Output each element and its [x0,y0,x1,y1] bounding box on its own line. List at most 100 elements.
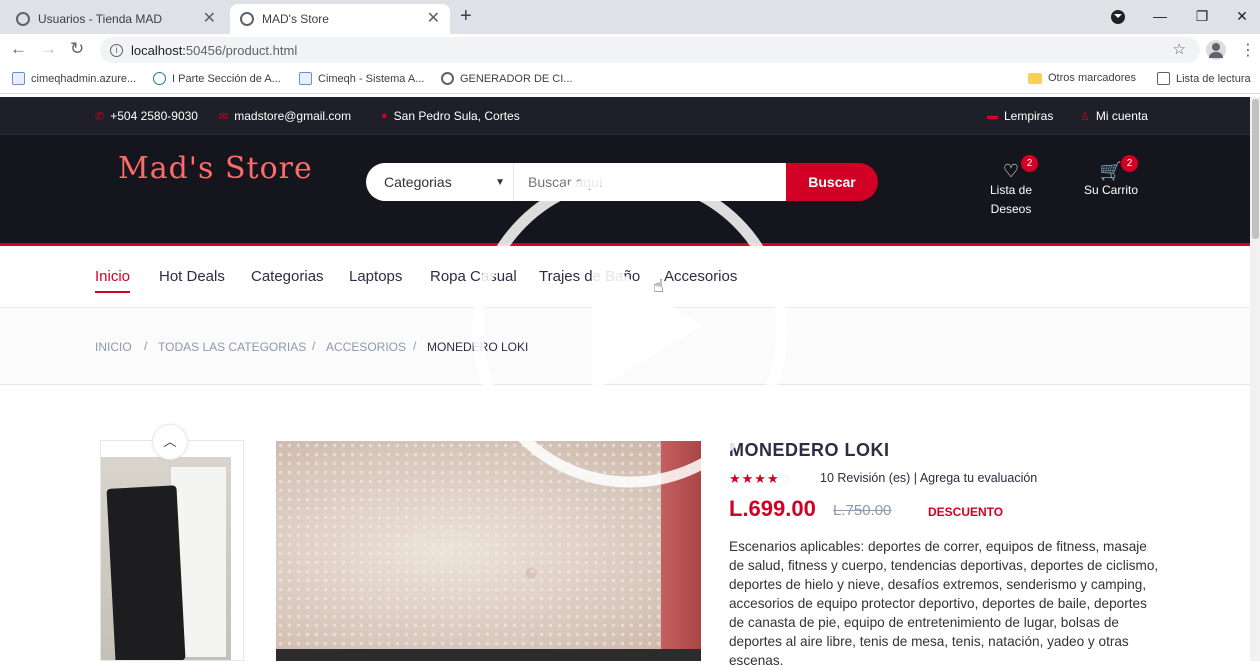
url-host: localhost: [131,42,186,58]
other-bookmarks-folder[interactable]: Otros marcadores [1028,72,1136,84]
product-name: MONEDERO LOKI [729,440,890,460]
breadcrumb-todas[interactable]: Todas las categorias [158,340,306,354]
cart-count-badge: 2 [1121,155,1138,172]
bookmark-item[interactable]: cimeqhadmin.azure... [12,72,136,85]
profile-icon[interactable] [1206,40,1226,60]
bookmark-label: Otros marcadores [1048,72,1137,84]
bookmark-label: GENERADOR DE CI... [460,72,573,85]
breadcrumb-separator: / [144,339,148,353]
map-marker-icon: ● [381,110,388,122]
forward-icon[interactable]: → [40,39,57,59]
browser-tab-bar: Usuarios - Tienda MAD ✕ MAD's Store ✕ + … [0,0,1260,34]
bookmark-label: Cimeqh - Sistema A... [318,72,425,85]
hand-cursor-icon: ☝ [653,276,664,296]
nav-trajes-de-bano[interactable]: Trajes de Baño [539,268,640,285]
browser-toolbar: ← → ↻ i localhost: 50456/product.html ☆ [0,34,1260,66]
search-button[interactable]: Buscar [786,163,878,201]
wishlist-count-badge: 2 [1021,155,1038,172]
nav-ropa-casual[interactable]: Ropa Casual [430,268,517,285]
user-icon: ♙ [1080,110,1090,123]
tab-title: MAD's Store [262,12,329,26]
phone-link[interactable]: ✆ +504 2580-9030 [95,109,198,123]
close-window-icon[interactable]: ✕ [1222,0,1260,32]
breadcrumb: Inicio / Todas las categorias / Accesori… [0,309,1250,385]
menu-kebab-icon[interactable]: ⋮ [1240,40,1256,60]
reload-icon[interactable]: ↻ [70,39,84,59]
breadcrumb-inicio[interactable]: Inicio [95,340,132,354]
envelope-icon: ✉ [219,110,229,123]
nav-categorias[interactable]: Categorias [251,268,324,285]
email-text: madstore@gmail.com [234,109,352,123]
category-select[interactable]: Categorias ▼ [366,163,514,201]
store-main-header: Mad's Store Categorias ▼ Buscar ♡ 2 List… [0,135,1250,246]
document-icon [12,72,25,85]
tab-search-icon[interactable] [1111,10,1125,24]
bookmarks-bar: cimeqhadmin.azure... I Parte Sección de … [0,66,1260,94]
product-price: L.699.00 [729,496,816,521]
reading-list[interactable]: Lista de lectura [1157,72,1251,85]
store-top-bar: ✆ +504 2580-9030 ✉ madstore@gmail.com ● … [0,97,1250,135]
search-input[interactable] [514,163,786,201]
currency-text: Lempiras [1004,109,1054,123]
search-form: Categorias ▼ Buscar [366,163,878,201]
product-discount-label: DESCUENTO [928,505,1004,519]
restore-icon[interactable]: ❐ [1182,0,1222,32]
product-reviews-link[interactable]: 10 Revisión (es) | Agrega tu evaluación [820,471,1037,485]
phone-text: +504 2580-9030 [110,109,198,123]
product-thumbnail-image[interactable] [101,457,231,660]
address-bar[interactable]: i localhost: 50456/product.html ☆ [100,37,1200,63]
chevron-down-icon: ▼ [495,176,505,188]
product-description: Escenarios aplicables: deportes de corre… [729,539,1159,668]
tab-mads-store[interactable]: MAD's Store ✕ [230,4,450,34]
breadcrumb-separator: / [312,339,316,353]
wishlist-link[interactable]: ♡ 2 Lista de Deseos [983,155,1039,219]
nav-hot-deals[interactable]: Hot Deals [159,268,225,285]
nav-accesorios[interactable]: Accesorios [664,268,737,285]
folder-icon [1028,72,1042,84]
document-icon [299,72,312,85]
globe-icon [240,12,254,26]
currency-link[interactable]: ▬ Lempiras [987,109,1053,123]
close-tab-icon[interactable]: ✕ [203,11,216,27]
location-link[interactable]: ● San Pedro Sula, Cortes [381,109,520,123]
wishlist-label-line2: Deseos [990,202,1032,216]
reading-list-icon [1157,72,1170,85]
cart-label: Su Carrito [1083,183,1139,197]
account-link[interactable]: ♙ Mi cuenta [1080,109,1148,123]
globe-icon [16,12,30,26]
breadcrumb-accesorios[interactable]: Accesorios [326,340,406,354]
bookmark-item[interactable]: I Parte Sección de A... [153,72,281,85]
main-navigation: Inicio Hot Deals Categorias Laptops Ropa… [0,249,1250,308]
minimize-icon[interactable]: — [1140,0,1180,32]
product-rating: ★★★★☆ [729,471,792,487]
star-icon: ★★★★ [729,471,780,486]
money-icon: ▬ [987,110,998,122]
breadcrumb-separator: / [413,339,417,353]
wishlist-label-line1: Lista de [989,183,1033,197]
nav-inicio[interactable]: Inicio [95,268,131,293]
category-select-value: Categorias [384,174,452,190]
bookmark-item[interactable]: Cimeqh - Sistema A... [299,72,424,85]
chevron-up-icon[interactable]: ︿ [152,424,188,460]
store-logo[interactable]: Mad's Store [118,151,313,186]
close-tab-icon[interactable]: ✕ [427,11,440,27]
product-thumbnails[interactable] [100,440,244,661]
back-icon[interactable]: ← [10,39,27,59]
phone-icon: ✆ [95,110,105,123]
tab-title: Usuarios - Tienda MAD [38,12,163,26]
product-main-image[interactable] [276,441,701,661]
scrollbar-thumb[interactable] [1252,99,1259,239]
bookmark-item[interactable]: GENERADOR DE CI... [441,72,572,85]
location-text: San Pedro Sula, Cortes [393,109,520,123]
tab-usuarios[interactable]: Usuarios - Tienda MAD ✕ [6,4,226,34]
bookmark-star-icon[interactable]: ☆ [1173,40,1186,58]
url-path: 50456/product.html [185,42,298,58]
nav-laptops[interactable]: Laptops [349,268,402,285]
info-icon[interactable]: i [110,43,123,57]
breadcrumb-current: Monedero Loki [427,340,529,354]
cart-link[interactable]: 🛒 2 Su Carrito [1080,155,1142,200]
email-link[interactable]: ✉ madstore@gmail.com [219,109,351,123]
bookmark-label: cimeqhadmin.azure... [31,72,137,85]
star-empty-icon: ☆ [779,471,793,486]
new-tab-icon[interactable]: + [460,5,472,28]
